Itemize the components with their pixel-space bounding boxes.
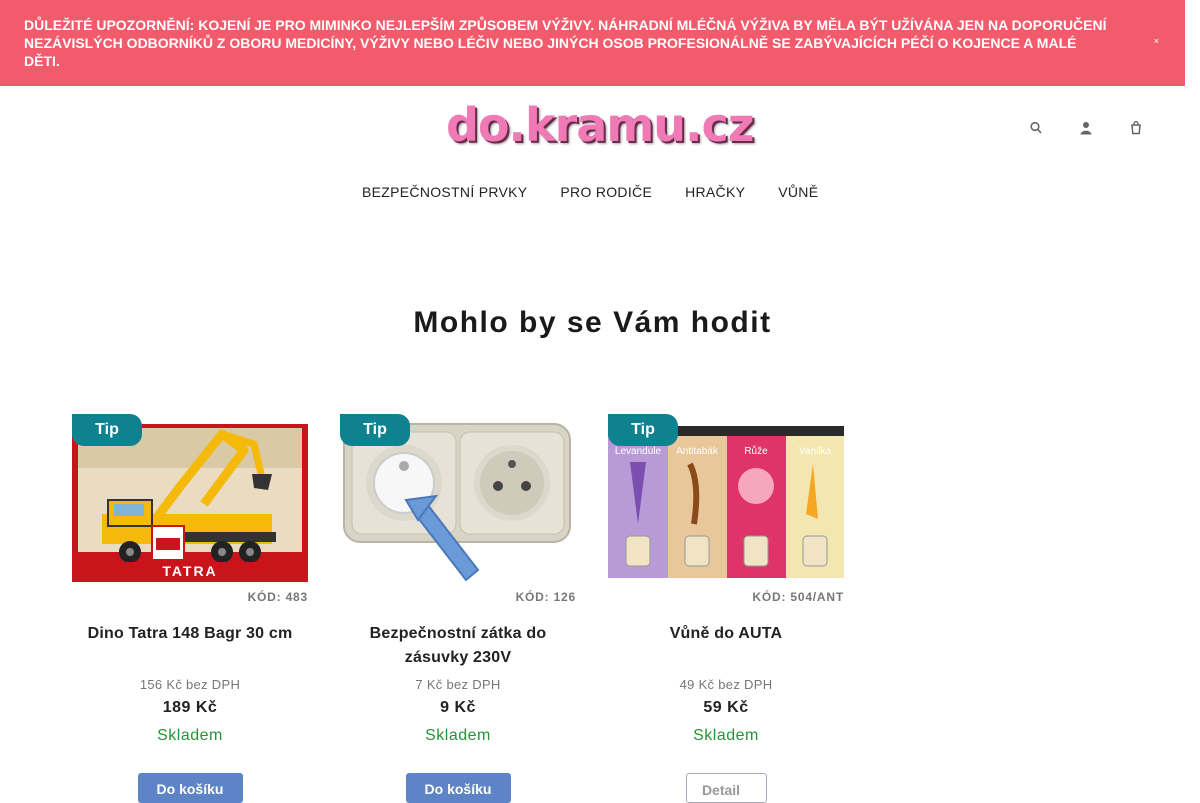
detail-button[interactable]: Detail: [685, 773, 767, 803]
nav-item-pro-rodice[interactable]: PRO RODIČE: [560, 184, 652, 200]
main-navigation: BEZPEČNOSTNÍ PRVKY PRO RODIČE HRAČKY VŮN…: [362, 184, 818, 200]
user-icon: [1080, 122, 1092, 135]
add-to-cart-button[interactable]: Do košíku: [405, 773, 511, 803]
price-without-vat: 156 Kč bez DPH: [139, 677, 241, 692]
site-logo[interactable]: do.kramu.cz: [446, 98, 755, 156]
stock-status: Skladem: [693, 727, 759, 744]
price-without-vat: 49 Kč bez DPH: [679, 677, 773, 692]
search-icon: [1030, 121, 1042, 134]
logo-text: do.kramu.cz: [446, 98, 755, 152]
warning-notice-text: DŮLEŽITÉ UPOZORNĚNÍ: KOJENÍ JE PRO MIMIN…: [24, 17, 1107, 69]
fragrance-label: Levandule: [615, 446, 662, 457]
price-without-vat: 7 Kč bez DPH: [415, 677, 501, 692]
product-name[interactable]: Vůně do AUTA: [608, 622, 844, 670]
warning-notice-bar: DŮLEŽITÉ UPOZORNĚNÍ: KOJENÍ JE PRO MIMIN…: [0, 0, 1185, 86]
product-card: Tip Levandule Antitabák Růže Vanilka KÓD…: [608, 414, 844, 803]
nav-item-bezpecnostni-prvky[interactable]: BEZPEČNOSTNÍ PRVKY: [362, 184, 527, 200]
nav-item-vune[interactable]: VŮNĚ: [778, 184, 818, 200]
cart-icon: [1131, 121, 1141, 135]
product-name[interactable]: Dino Tatra 148 Bagr 30 cm: [72, 622, 308, 670]
fragrance-label: Vanilka: [799, 446, 831, 457]
fragrance-label: Růže: [744, 445, 768, 457]
product-card: Tip KÓD: 126 Bezpečnostní zátka do zásuv…: [340, 414, 576, 803]
tip-badge: Tip: [608, 414, 678, 446]
product-code: KÓD: 126: [515, 590, 576, 604]
stock-status: Skladem: [157, 727, 223, 744]
add-to-cart-button[interactable]: Do košíku: [137, 773, 243, 803]
product-code: KÓD: 504/ANT: [752, 590, 844, 604]
stock-status: Skladem: [425, 727, 491, 744]
tip-badge: Tip: [340, 414, 410, 446]
header-icons: [1022, 118, 1150, 138]
truck-label: TATRA: [162, 563, 217, 579]
tip-badge: Tip: [72, 414, 142, 446]
nav-item-hracky[interactable]: HRAČKY: [685, 184, 745, 200]
cart-button[interactable]: [1122, 118, 1150, 138]
product-price: 59 Kč: [703, 699, 749, 716]
product-name[interactable]: Bezpečnostní zátka do zásuvky 230V: [340, 622, 576, 670]
search-button[interactable]: [1022, 118, 1050, 138]
product-code: KÓD: 483: [247, 590, 308, 604]
product-card: Tip TATRA KÓD: 483 Dino Tatra 148 Bagr 3…: [72, 414, 308, 803]
close-icon[interactable]: ×: [1154, 36, 1159, 46]
fragrance-label: Antitabák: [676, 446, 719, 457]
product-price: 189 Kč: [162, 699, 218, 716]
account-button[interactable]: [1072, 118, 1100, 138]
section-title: Mohlo by se Vám hodit: [413, 306, 772, 339]
product-price: 9 Kč: [440, 699, 476, 716]
